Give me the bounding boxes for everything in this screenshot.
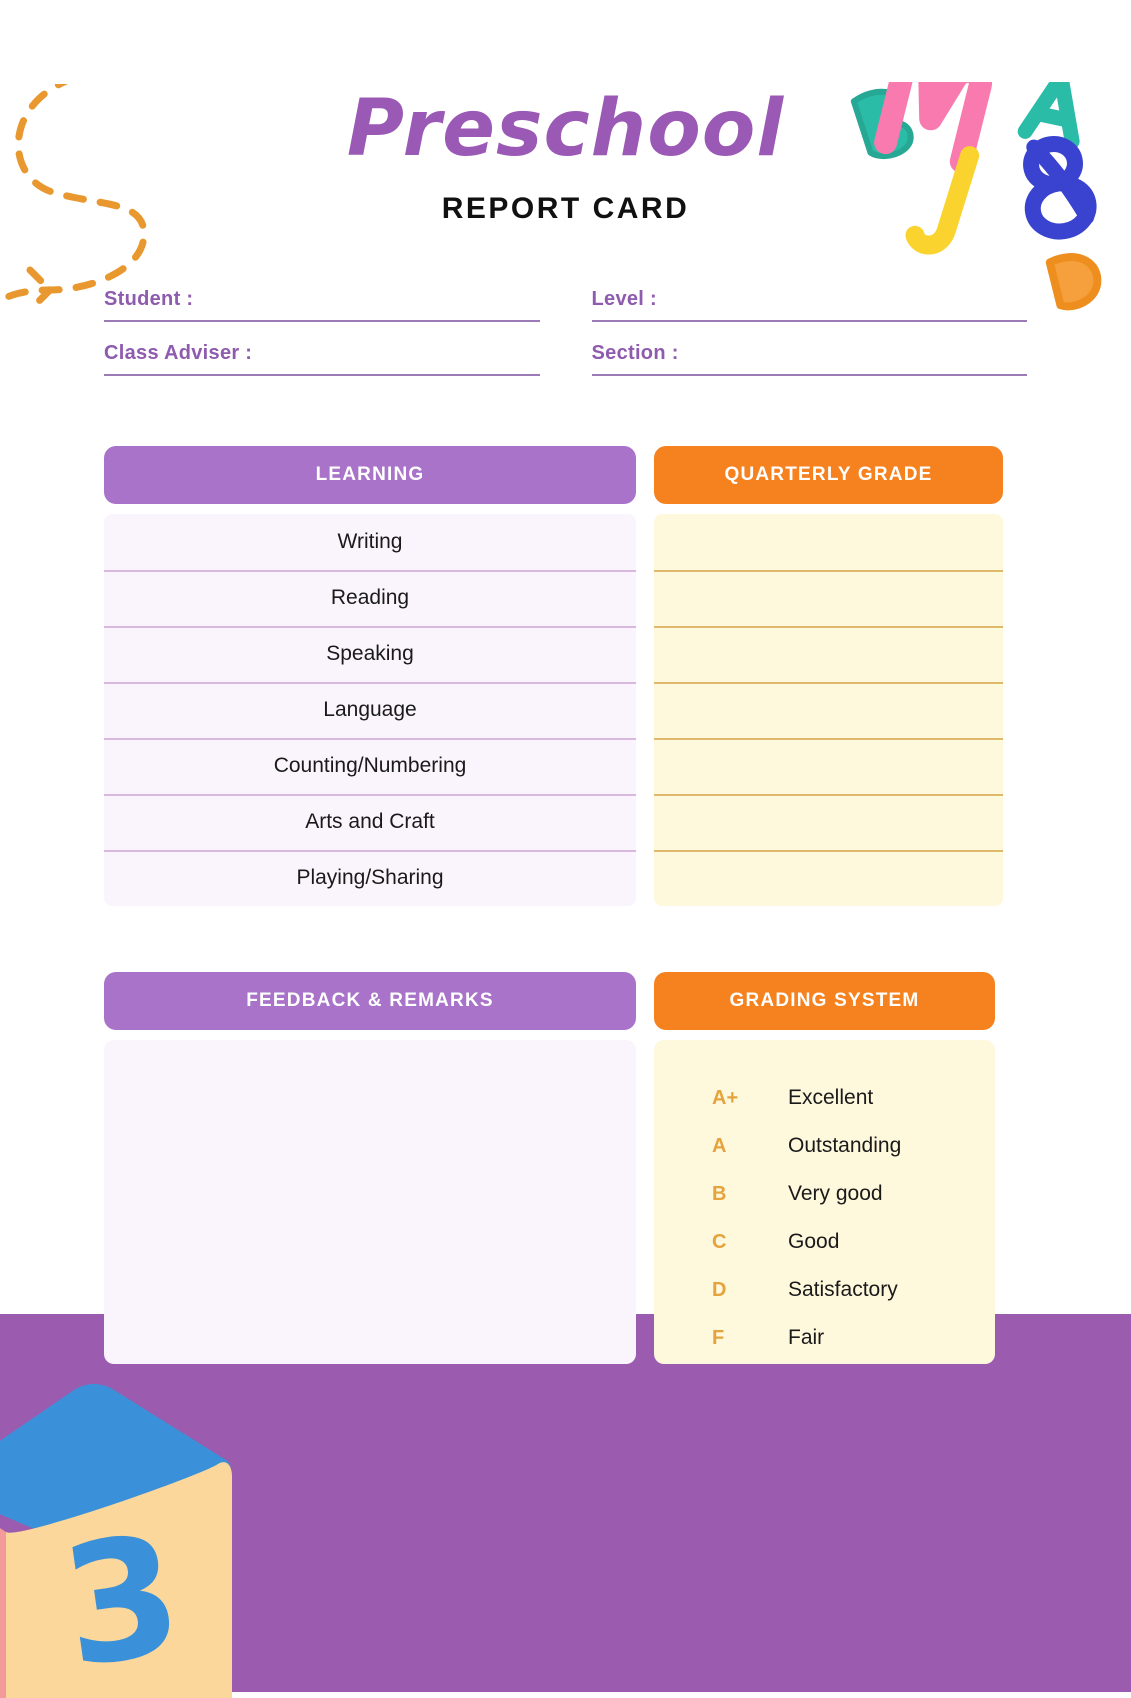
grade-entry-field[interactable]	[654, 514, 1003, 570]
field-line-section[interactable]	[591, 374, 1027, 377]
subject-label: Reading	[330, 586, 410, 610]
grade-description: Very good	[788, 1182, 883, 1206]
learning-column: LEARNING Writing Reading Speaking Langua…	[104, 446, 636, 907]
grade-key: F	[712, 1326, 725, 1349]
field-line-class-adviser[interactable]	[104, 374, 540, 377]
list-item: A+ Excellent	[712, 1074, 995, 1122]
list-item: B Very good	[712, 1170, 995, 1218]
page-subtitle: REPORT CARD	[441, 192, 690, 226]
field-line-student[interactable]	[104, 320, 540, 323]
grade-key: A	[712, 1134, 727, 1157]
learning-column-header: LEARNING	[104, 446, 636, 505]
quarterly-grade-column: QUARTERLY GRADE	[654, 446, 1003, 907]
field-class-adviser[interactable]: Class Adviser :	[104, 342, 540, 377]
grade-description: Fair	[788, 1326, 825, 1350]
grade-description: Excellent	[788, 1086, 874, 1110]
feedback-section-header: FEEDBACK & REMARKS	[104, 972, 636, 1031]
field-label-level: Level :	[591, 288, 657, 311]
grading-system-list: A+ Excellent A Outstanding B Very good C…	[654, 1040, 995, 1365]
form-column-right: Level : Section :	[591, 288, 1027, 396]
grade-key: C	[712, 1230, 727, 1253]
table-row: Arts and Craft	[104, 794, 636, 850]
grade-entry-field[interactable]	[654, 626, 1003, 682]
table-row: Counting/Numbering	[104, 738, 636, 794]
field-line-level[interactable]	[591, 320, 1027, 323]
grade-entry-field[interactable]	[654, 738, 1003, 794]
page-title: Preschool	[346, 84, 785, 174]
grade-key: B	[712, 1182, 727, 1205]
report-card-page: Preschool REPORT CARD Student : Class Ad…	[0, 84, 1131, 1365]
grade-entry-field[interactable]	[654, 570, 1003, 626]
list-item: D Satisfactory	[712, 1266, 995, 1314]
feedback-textarea[interactable]	[104, 1040, 636, 1365]
learning-grade-table: LEARNING Writing Reading Speaking Langua…	[104, 446, 1027, 907]
feedback-section: FEEDBACK & REMARKS	[104, 972, 636, 1365]
grade-description: Satisfactory	[788, 1278, 898, 1302]
subject-label: Playing/Sharing	[296, 866, 444, 890]
field-label-class-adviser: Class Adviser :	[104, 342, 253, 365]
table-row: Writing	[104, 514, 636, 570]
grade-key: A+	[712, 1086, 739, 1109]
grade-entry-field[interactable]	[654, 682, 1003, 738]
quarterly-grade-entry-list	[654, 514, 1003, 907]
table-row: Reading	[104, 570, 636, 626]
bottom-sections: FEEDBACK & REMARKS GRADING SYSTEM A+ Exc…	[104, 972, 1027, 1365]
subject-label: Arts and Craft	[305, 810, 435, 834]
field-label-section: Section :	[591, 342, 679, 365]
grade-key: D	[712, 1278, 727, 1301]
list-item: F Fair	[712, 1314, 995, 1362]
grade-description: Outstanding	[788, 1134, 902, 1158]
list-item: A Outstanding	[712, 1122, 995, 1170]
field-section[interactable]: Section :	[591, 342, 1027, 377]
table-row: Playing/Sharing	[104, 850, 636, 906]
grade-description: Good	[788, 1230, 840, 1254]
grading-system-header: GRADING SYSTEM	[654, 972, 995, 1031]
subject-label: Counting/Numbering	[273, 754, 467, 778]
field-label-student: Student :	[104, 288, 194, 311]
grade-entry-field[interactable]	[654, 794, 1003, 850]
quarterly-grade-column-header: QUARTERLY GRADE	[654, 446, 1003, 505]
learning-subject-list: Writing Reading Speaking Language Counti…	[104, 514, 636, 907]
field-level[interactable]: Level :	[591, 288, 1027, 323]
table-row: Language	[104, 682, 636, 738]
subject-label: Writing	[337, 530, 403, 554]
grade-entry-field[interactable]	[654, 850, 1003, 906]
form-column-left: Student : Class Adviser :	[104, 288, 540, 396]
table-row: Speaking	[104, 626, 636, 682]
subject-label: Speaking	[326, 642, 414, 666]
grading-system-section: GRADING SYSTEM A+ Excellent A Outstandin…	[654, 972, 995, 1365]
toy-block-illustration: 3	[0, 1384, 232, 1698]
subject-label: Language	[323, 698, 417, 722]
list-item: C Good	[712, 1218, 995, 1266]
student-info-form: Student : Class Adviser : Level : Sectio…	[104, 288, 1027, 396]
field-student[interactable]: Student :	[104, 288, 540, 323]
